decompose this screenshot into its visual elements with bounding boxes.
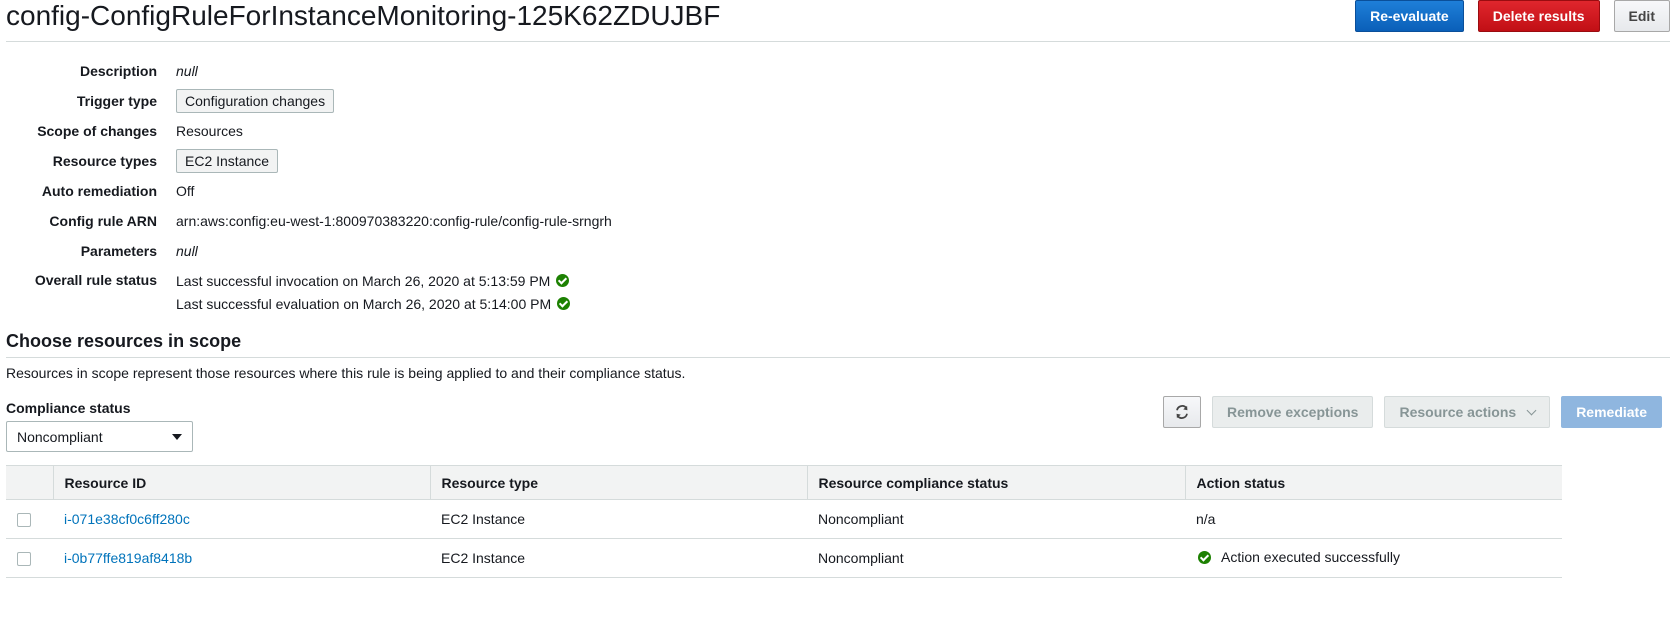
rule-details: Description null Trigger type Configurat… <box>6 56 612 315</box>
compliance-status-select[interactable]: Noncompliant <box>6 421 193 452</box>
check-circle-icon <box>1198 550 1211 564</box>
detail-row-description: Description null <box>6 56 612 86</box>
action-status-text: Action executed successfully <box>1221 549 1400 566</box>
resource-type-token: EC2 Instance <box>176 149 279 173</box>
remove-exceptions-button[interactable]: Remove exceptions <box>1211 396 1374 428</box>
compliance-select-value: Noncompliant <box>17 428 103 445</box>
overall-status-label: Overall rule status <box>34 272 157 288</box>
detail-row-trigger: Trigger type Configuration changes <box>6 86 612 116</box>
compliance-status-cell: Noncompliant <box>807 538 1185 578</box>
scope-label: Scope of changes <box>37 123 157 139</box>
select-all-header <box>6 465 53 500</box>
delete-results-button[interactable]: Delete results <box>1477 0 1600 32</box>
evaluation-status: Last successful evaluation on March 26, … <box>176 292 571 315</box>
row-checkbox[interactable] <box>17 552 31 567</box>
invocation-status: Last successful invocation on March 26, … <box>176 269 570 292</box>
column-header-resource-id[interactable]: Resource ID <box>52 465 430 500</box>
parameters-label: Parameters <box>80 243 157 259</box>
remediate-button[interactable]: Remediate <box>1561 396 1662 428</box>
compliance-status-cell: Noncompliant <box>807 499 1185 539</box>
check-circle-icon <box>557 297 571 310</box>
auto-remediation-label: Auto remediation <box>41 183 157 199</box>
arn-label: Config rule ARN <box>49 213 157 229</box>
compliance-filter-label: Compliance status <box>6 400 131 416</box>
chevron-down-icon <box>1526 405 1537 415</box>
column-header-action-status[interactable]: Action status <box>1184 465 1562 500</box>
row-checkbox[interactable] <box>17 513 31 528</box>
resource-type-cell: EC2 Instance <box>430 499 807 539</box>
resource-actions-label: Resource actions <box>1399 404 1517 420</box>
evaluation-status-text: Last successful evaluation on March 26, … <box>176 295 552 312</box>
description-value: null <box>176 63 198 79</box>
check-circle-icon <box>556 274 570 287</box>
resource-id-link[interactable]: i-071e38cf0c6ff280c <box>64 511 190 527</box>
action-success-status: Action executed successfully <box>1196 549 1400 565</box>
resource-actions-button[interactable]: Resource actions <box>1384 396 1551 428</box>
detail-row-arn: Config rule ARN arn:aws:config:eu-west-1… <box>6 206 612 236</box>
refresh-button[interactable] <box>1162 396 1201 428</box>
column-header-resource-type[interactable]: Resource type <box>429 465 807 500</box>
header-actions: Re-evaluate Delete results Edit <box>1355 0 1670 32</box>
section-title: Choose resources in scope <box>6 331 242 351</box>
action-status-cell: Action executed successfully <box>1185 538 1562 578</box>
resource-id-link[interactable]: i-0b77ffe819af8418b <box>64 550 192 566</box>
table-actions: Remove exceptions Resource actions Remed… <box>1162 396 1662 428</box>
auto-remediation-value: Off <box>176 183 195 199</box>
arn-value: arn:aws:config:eu-west-1:800970383220:co… <box>176 213 612 229</box>
page-header: config-ConfigRuleForInstanceMonitoring-1… <box>6 0 1670 42</box>
scope-value: Resources <box>176 123 243 139</box>
resources-table: Resource ID Resource type Resource compl… <box>6 465 1562 578</box>
action-status-cell: n/a <box>1185 499 1562 539</box>
trigger-type-token: Configuration changes <box>176 89 335 113</box>
section-description: Resources in scope represent those resou… <box>6 365 686 381</box>
detail-row-auto-remediation: Auto remediation Off <box>6 176 612 206</box>
table-row: i-0b77ffe819af8418b EC2 Instance Noncomp… <box>6 538 1562 578</box>
section-divider <box>6 357 1670 358</box>
edit-button[interactable]: Edit <box>1613 0 1670 32</box>
description-label: Description <box>79 63 157 79</box>
caret-down-icon <box>172 433 182 440</box>
detail-row-resource-types: Resource types EC2 Instance <box>6 146 612 176</box>
trigger-type-label: Trigger type <box>76 93 157 109</box>
detail-row-status: Overall rule status Last successful invo… <box>6 266 612 315</box>
page-title: config-ConfigRuleForInstanceMonitoring-1… <box>6 0 721 31</box>
refresh-icon <box>1176 405 1188 419</box>
resource-type-cell: EC2 Instance <box>430 538 807 578</box>
reevaluate-button[interactable]: Re-evaluate <box>1355 0 1464 32</box>
detail-row-scope: Scope of changes Resources <box>6 116 612 146</box>
table-header-row: Resource ID Resource type Resource compl… <box>6 465 1562 500</box>
resource-types-label: Resource types <box>52 153 157 169</box>
detail-row-parameters: Parameters null <box>6 236 612 266</box>
invocation-status-text: Last successful invocation on March 26, … <box>176 272 551 289</box>
column-header-compliance[interactable]: Resource compliance status <box>806 465 1185 500</box>
table-row: i-071e38cf0c6ff280c EC2 Instance Noncomp… <box>6 499 1562 539</box>
parameters-value: null <box>176 243 198 259</box>
overall-status-value: Last successful invocation on March 26, … <box>176 269 571 315</box>
